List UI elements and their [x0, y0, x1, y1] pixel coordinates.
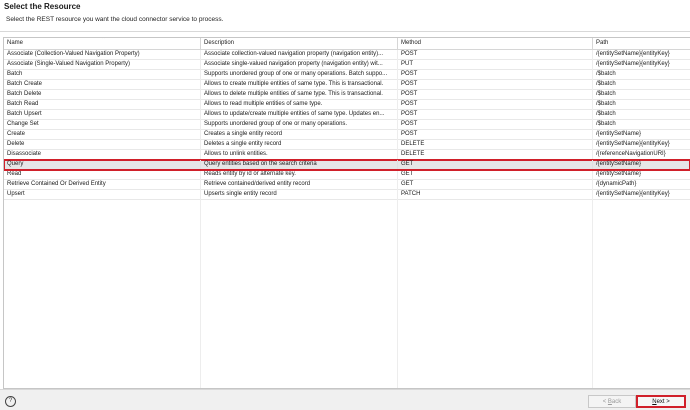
cell-path: /$batch — [592, 90, 690, 99]
back-button: < Back — [588, 395, 636, 408]
cell-path: /$batch — [592, 110, 690, 119]
cell-method: POST — [397, 80, 592, 89]
table-row[interactable]: Read Reads entity by id or alternate key.… — [4, 170, 690, 180]
cell-name: Batch Read — [7, 101, 39, 107]
page-subtitle: Select the REST resource you want the cl… — [6, 16, 224, 23]
table-row[interactable]: Batch Delete Allows to delete multiple en… — [4, 90, 690, 100]
table-row[interactable]: Batch Upsert Allows to update/create mult… — [4, 110, 690, 120]
table-header: Name ⌃ Description Method Path — [4, 38, 690, 50]
cell-path: /$batch — [592, 80, 690, 89]
cell-method: GET — [397, 170, 592, 179]
resource-table[interactable]: Name ⌃ Description Method Path Associate … — [3, 37, 690, 389]
cell-name: Associate (Single-Valued Navigation Prop… — [7, 61, 130, 67]
cell-name: Query — [7, 161, 24, 167]
table-body: Associate (Collection-Valued Navigation … — [4, 50, 690, 200]
cell-method: POST — [397, 110, 592, 119]
table-row-selected[interactable]: Query Query entities based on the search … — [4, 159, 690, 171]
table-row[interactable]: Change Set Supports unordered group of on… — [4, 120, 690, 130]
help-icon[interactable]: ? — [5, 396, 16, 407]
cell-method: GET — [397, 160, 592, 169]
cell-path: /{entitySetName}{entityKey} — [592, 50, 690, 59]
cell-description: Allows to create multiple entities of sa… — [200, 80, 397, 89]
cell-method: PUT — [397, 60, 592, 69]
cell-name: Batch — [7, 71, 23, 77]
column-header-description[interactable]: Description — [200, 38, 397, 49]
table-row[interactable]: Batch Create Allows to create multiple en… — [4, 80, 690, 90]
cell-method: POST — [397, 70, 592, 79]
cell-method: POST — [397, 90, 592, 99]
column-divider — [592, 50, 593, 388]
table-row[interactable]: Batch Supports unordered group of one or … — [4, 70, 690, 80]
cell-name: Change Set — [7, 121, 39, 127]
cell-path: /{entitySetName}{entityKey} — [592, 190, 690, 199]
cell-description: Allows to unlink entities. — [200, 150, 397, 159]
table-row[interactable]: Disassociate Allows to unlink entities. DE… — [4, 150, 690, 160]
cell-method: DELETE — [397, 150, 592, 159]
cell-method: PATCH — [397, 190, 592, 199]
cell-path: /{referenceNavigationURI} — [592, 150, 690, 159]
cell-method: POST — [397, 120, 592, 129]
cell-name: Retrieve Contained Or Derived Entity — [7, 181, 106, 187]
cell-path: /$batch — [592, 120, 690, 129]
cell-description: Associate collection-valued navigation p… — [200, 50, 397, 59]
cell-description: Upserts single entity record — [200, 190, 397, 199]
cell-name: Delete — [7, 141, 25, 147]
sort-caret-icon: ⌃ — [101, 38, 107, 43]
cell-description: Supports unordered group of one or many … — [200, 70, 397, 79]
cell-method: GET — [397, 180, 592, 189]
cell-description: Reads entity by id or alternate key. — [200, 170, 397, 179]
column-header-path[interactable]: Path — [592, 38, 690, 49]
cell-path: /{entitySetName}{entityKey} — [592, 60, 690, 69]
table-row[interactable]: Upsert Upserts single entity record PATCH /… — [4, 190, 690, 200]
cell-method: POST — [397, 130, 592, 139]
cell-description: Query entities based on the search crite… — [200, 160, 397, 169]
column-divider — [397, 50, 398, 388]
cell-description: Supports unordered group of one or many … — [200, 120, 397, 129]
cell-path: /{entitySetName} — [592, 170, 690, 179]
dialog-footer — [0, 390, 690, 410]
table-row[interactable]: Create Creates a single entity record POST… — [4, 130, 690, 140]
cell-description: Creates a single entity record — [200, 130, 397, 139]
cell-path: /$batch — [592, 70, 690, 79]
cell-name: Associate (Collection-Valued Navigation … — [7, 51, 140, 57]
cell-path: /$batch — [592, 100, 690, 109]
header-divider — [0, 31, 690, 32]
cell-name: Batch Delete — [7, 91, 42, 97]
column-divider — [200, 50, 201, 388]
table-row[interactable]: Delete Deletes a single entity record DELE… — [4, 140, 690, 150]
cell-method: POST — [397, 100, 592, 109]
cell-name: Batch Upsert — [7, 111, 42, 117]
cell-name: Upsert — [7, 191, 25, 197]
cell-name: Batch Create — [7, 81, 43, 87]
dialog-header: Select the Resource Select the REST reso… — [0, 0, 690, 30]
page-title: Select the Resource — [4, 2, 81, 11]
column-header-method[interactable]: Method — [397, 38, 592, 49]
next-button[interactable]: Next > — [636, 395, 686, 408]
cell-path: /{entitySetName}{entityKey} — [592, 140, 690, 149]
cell-method: DELETE — [397, 140, 592, 149]
cell-description: Associate single-valued navigation prope… — [200, 60, 397, 69]
cell-path: /{entitySetName} — [592, 160, 690, 169]
cell-description: Allows to update/create multiple entitie… — [200, 110, 397, 119]
table-row[interactable]: Retrieve Contained Or Derived Entity Retr… — [4, 180, 690, 190]
table-row[interactable]: Associate (Single-Valued Navigation Prop… — [4, 60, 690, 70]
cell-name: Create — [7, 131, 26, 137]
table-row[interactable]: Batch Read Allows to read multiple entiti… — [4, 100, 690, 110]
cell-description: Retrieve contained/derived entity record — [200, 180, 397, 189]
cell-description: Allows to read multiple entities of same… — [200, 100, 397, 109]
cell-description: Allows to delete multiple entities of sa… — [200, 90, 397, 99]
cell-name: Read — [7, 171, 22, 177]
table-row[interactable]: Associate (Collection-Valued Navigation … — [4, 50, 690, 60]
cell-description: Deletes a single entity record — [200, 140, 397, 149]
cell-method: POST — [397, 50, 592, 59]
cell-name: Disassociate — [7, 151, 42, 157]
cell-path: /{dynamicPath} — [592, 180, 690, 189]
cell-path: /{entitySetName} — [592, 130, 690, 139]
column-header-name[interactable]: Name ⌃ — [4, 38, 200, 49]
